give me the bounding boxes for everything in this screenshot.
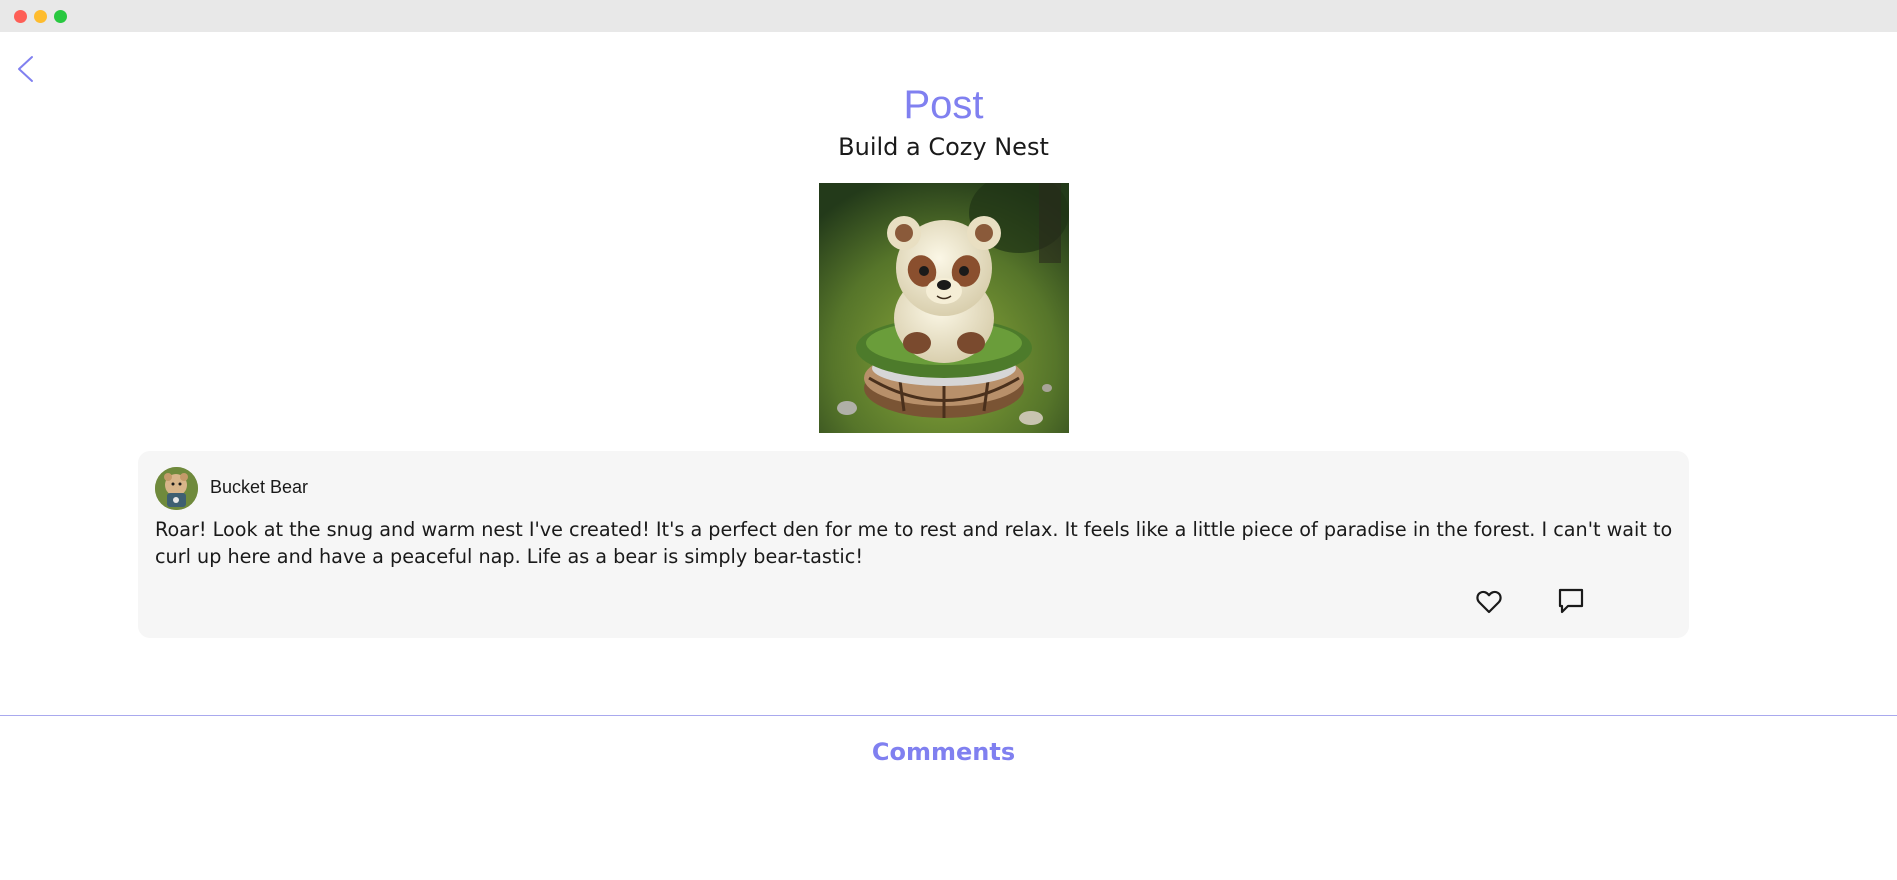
like-button[interactable] xyxy=(1474,587,1504,617)
comment-button[interactable] xyxy=(1556,586,1586,616)
post-title: Build a Cozy Nest xyxy=(838,133,1049,161)
minimize-window-button[interactable] xyxy=(34,10,47,23)
bear-avatar-icon xyxy=(155,467,198,510)
author-name[interactable]: Bucket Bear xyxy=(210,476,308,498)
comments-heading: Comments xyxy=(871,738,1016,766)
section-divider xyxy=(0,715,1897,716)
maximize-window-button[interactable] xyxy=(54,10,67,23)
post-body: Roar! Look at the snug and warm nest I'v… xyxy=(155,518,1673,568)
heart-icon xyxy=(1476,590,1502,614)
comment-icon xyxy=(1558,588,1584,614)
post-image xyxy=(819,183,1069,433)
page-title: Post xyxy=(903,83,984,127)
author-avatar[interactable] xyxy=(155,467,198,510)
close-window-button[interactable] xyxy=(14,10,27,23)
window-titlebar xyxy=(0,0,1897,32)
post-card: Bucket Bear Roar! Look at the snug and w… xyxy=(138,451,1689,638)
teddy-bear-illustration xyxy=(819,183,1069,433)
